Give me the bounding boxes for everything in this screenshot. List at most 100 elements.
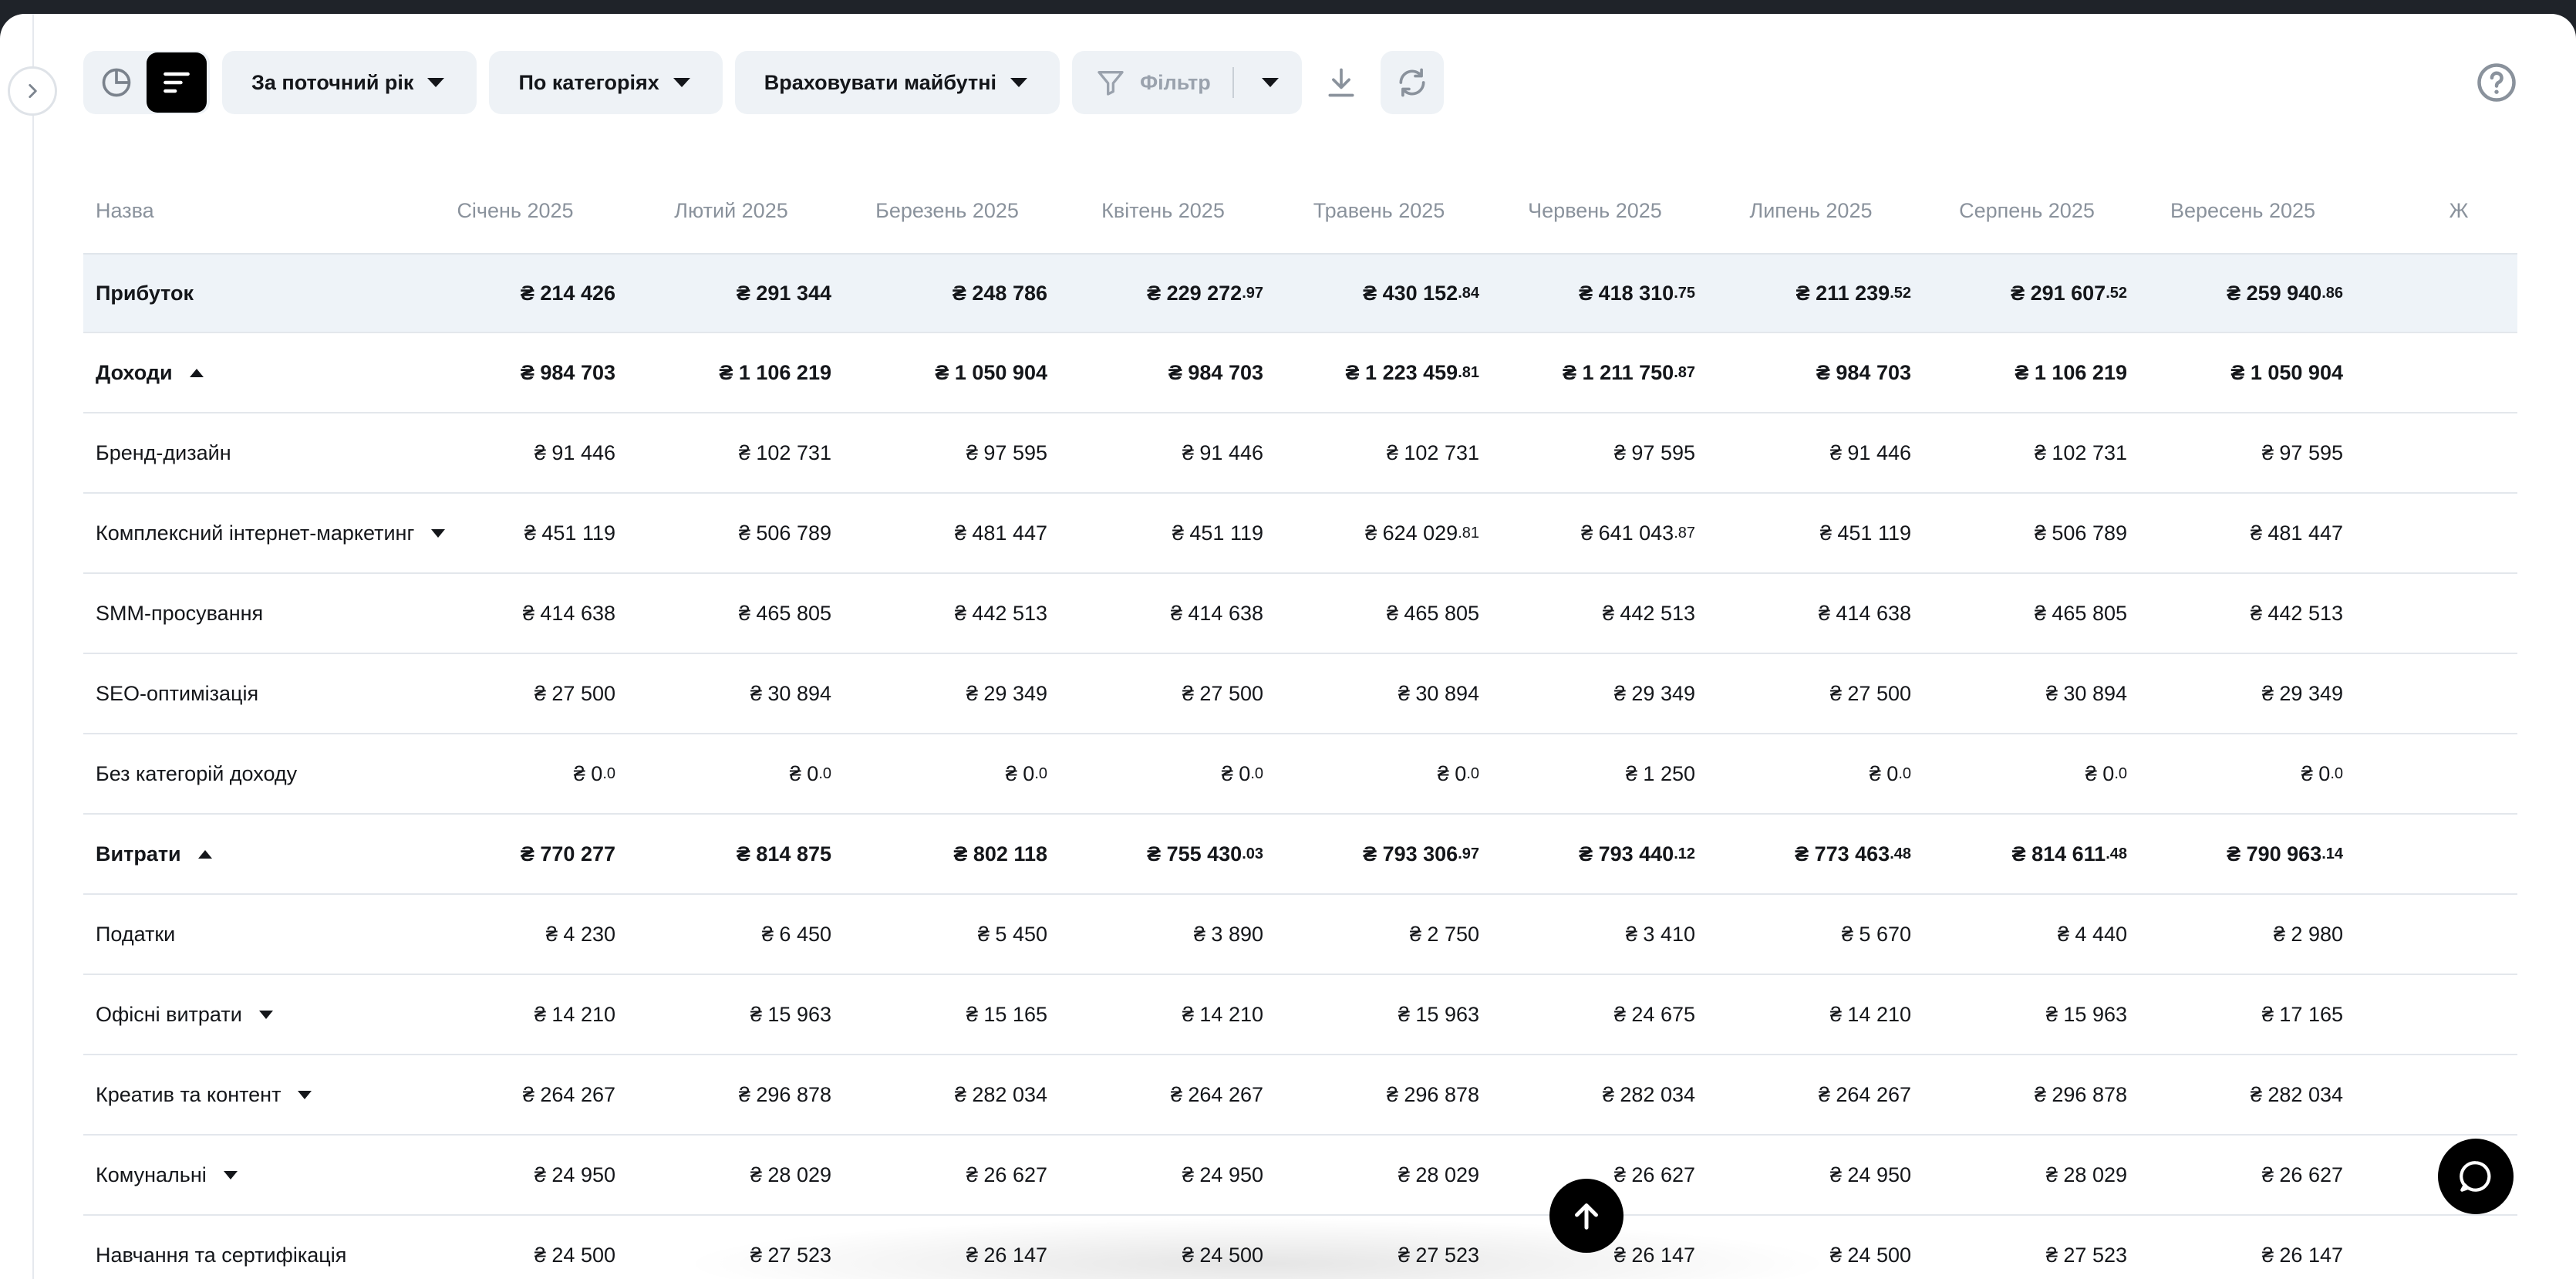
column-header-month[interactable]: Вересень 2025 (2143, 168, 2343, 253)
value-cell: ₴ 15 165 (847, 975, 1047, 1054)
sidebar-expand-button[interactable] (8, 66, 57, 116)
value-cell: ₴ 17 165 (2143, 975, 2343, 1054)
table-view-button[interactable] (147, 52, 207, 113)
value-amount: ₴ 465 805 (1386, 601, 1479, 625)
refresh-button[interactable] (1380, 51, 1444, 114)
table-row[interactable]: Креатив та контент ₴ 264 267 ₴ 296 878 ₴ 28… (83, 1055, 2517, 1136)
value-cell: ₴ 1 050 904 (2143, 333, 2343, 412)
column-header-month[interactable]: Травень 2025 (1279, 168, 1479, 253)
value-cell: ₴ 91 446 (1063, 413, 1263, 492)
table-row[interactable]: Комплексний інтернет-маркетинг ₴ 451 119 ₴… (83, 494, 2517, 574)
value-fraction: .97 (1242, 284, 1263, 302)
value-cell: ₴ 24 500 (415, 1216, 615, 1279)
grouping-dropdown-label: По категоріях (518, 70, 659, 94)
expand-caret-icon[interactable] (258, 1010, 273, 1019)
value-amount: ₴ 3 890 (1193, 922, 1263, 946)
value-amount: ₴ 91 446 (1829, 440, 1911, 464)
help-button[interactable] (2474, 60, 2519, 105)
value-cell: ₴ 4 230 (415, 895, 615, 974)
value-amount: ₴ 15 963 (750, 1002, 831, 1026)
column-header-month[interactable]: Лютий 2025 (631, 168, 831, 253)
value-cell: ₴ 15 963 (1927, 975, 2127, 1054)
value-cell: ₴ 26 627 (2143, 1136, 2343, 1214)
value-cell: ₴ 28 029 (631, 1136, 831, 1214)
download-button[interactable] (1314, 51, 1368, 114)
table-row[interactable]: Податки ₴ 4 230 ₴ 6 450 ₴ 5 450 ₴ 3 890 ₴ 2 7… (83, 895, 2517, 975)
grouping-dropdown[interactable]: По категоріях (489, 51, 723, 114)
table-row[interactable]: Доходи ₴ 984 703 ₴ 1 106 219 ₴ 1 050 904 ₴ 9… (83, 333, 2517, 413)
period-dropdown-label: За поточний рік (251, 70, 414, 94)
value-cell: ₴ 755 430.03 (1063, 815, 1263, 893)
value-cell: ₴ 91 446 (415, 413, 615, 492)
value-amount: ₴ 17 165 (2261, 1002, 2343, 1026)
caret-down-icon[interactable] (1261, 78, 1279, 87)
column-header-name[interactable]: Назва (96, 168, 154, 253)
value-amount: ₴ 229 272 (1147, 281, 1242, 305)
table-row[interactable]: Прибуток ₴ 214 426 ₴ 291 344 ₴ 248 786 ₴ 229… (83, 253, 2517, 333)
column-header-month[interactable]: Січень 2025 (415, 168, 615, 253)
future-dropdown[interactable]: Враховувати майбутні (734, 51, 1060, 114)
value-amount: ₴ 27 500 (1829, 681, 1911, 705)
value-amount: ₴ 29 349 (966, 681, 1047, 705)
value-fraction: .03 (1242, 845, 1263, 862)
value-amount: ₴ 0 (1869, 761, 1899, 785)
value-cell: ₴ 24 675 (1495, 975, 1695, 1054)
value-amount: ₴ 0 (789, 761, 819, 785)
collapse-caret-icon[interactable] (197, 849, 212, 859)
value-cell: ₴ 264 267 (1063, 1055, 1263, 1134)
value-cell: ₴ 1 223 459.81 (1279, 333, 1479, 412)
column-header-month[interactable]: Ж (2359, 168, 2517, 253)
chat-button[interactable] (2438, 1139, 2514, 1214)
column-header-month[interactable]: Квітень 2025 (1063, 168, 1263, 253)
value-cell: ₴ 802 118 (847, 815, 1047, 893)
value-cell: ₴ 481 447 (847, 494, 1047, 572)
value-cell: ₴ 4 440 (1927, 895, 2127, 974)
value-amount: ₴ 91 446 (1182, 440, 1263, 464)
table-header: Назва Січень 2025 Лютий 2025 Березень 2025 К… (83, 168, 2517, 253)
caret-down-icon (427, 78, 445, 87)
table-row[interactable]: SEO-оптимізація ₴ 27 500 ₴ 30 894 ₴ 29 349 ₴… (83, 654, 2517, 734)
value-cell (2359, 494, 2517, 572)
column-header-month[interactable]: Липень 2025 (1711, 168, 1911, 253)
scroll-to-top-button[interactable] (1549, 1179, 1623, 1253)
table-row[interactable]: Витрати ₴ 770 277 ₴ 814 875 ₴ 802 118 ₴ 755 … (83, 815, 2517, 895)
value-fraction: .48 (2106, 845, 2127, 862)
table-row[interactable]: Офісні витрати ₴ 14 210 ₴ 15 963 ₴ 15 165 ₴ … (83, 975, 2517, 1055)
period-dropdown[interactable]: За поточний рік (222, 51, 477, 114)
column-header-month[interactable]: Червень 2025 (1495, 168, 1695, 253)
arrow-up-icon (1575, 1203, 1598, 1230)
value-amount: ₴ 264 267 (522, 1082, 615, 1106)
table-row[interactable]: Бренд-дизайн ₴ 91 446 ₴ 102 731 ₴ 97 595 ₴ 9… (83, 413, 2517, 494)
filter-control[interactable]: Фільтр (1072, 51, 1302, 114)
value-cell (2359, 895, 2517, 974)
table-row[interactable]: Без категорій доходу ₴ 0.0 ₴ 0.0 ₴ 0.0 ₴ 0.0… (83, 734, 2517, 815)
table-row[interactable]: SMM-просування ₴ 414 638 ₴ 465 805 ₴ 442 51… (83, 574, 2517, 654)
table-row[interactable]: Комунальні ₴ 24 950 ₴ 28 029 ₴ 26 627 ₴ 24 9… (83, 1136, 2517, 1216)
value-cell: ₴ 248 786 (847, 255, 1047, 332)
value-amount: ₴ 15 963 (2045, 1002, 2127, 1026)
collapse-caret-icon[interactable] (189, 368, 204, 377)
value-fraction: .87 (1674, 524, 1695, 542)
column-header-month[interactable]: Серпень 2025 (1927, 168, 2127, 253)
chart-view-button[interactable] (86, 52, 147, 113)
value-cell: ₴ 91 446 (1711, 413, 1911, 492)
value-cell: ₴ 5 450 (847, 895, 1047, 974)
value-amount: ₴ 1 050 904 (2230, 360, 2343, 384)
value-amount: ₴ 29 349 (2261, 681, 2343, 705)
value-amount: ₴ 984 703 (1168, 360, 1263, 384)
value-amount: ₴ 465 805 (2034, 601, 2127, 625)
pie-chart-icon (102, 68, 131, 97)
column-header-month[interactable]: Березень 2025 (847, 168, 1047, 253)
value-cell: ₴ 27 500 (415, 654, 615, 733)
value-amount: ₴ 793 306 (1363, 842, 1458, 866)
expand-caret-icon[interactable] (298, 1090, 312, 1099)
row-label: Навчання та сертифікація (96, 1216, 346, 1279)
value-cell: ₴ 27 523 (1927, 1216, 2127, 1279)
expand-caret-icon[interactable] (223, 1170, 238, 1179)
value-amount: ₴ 291 607 (2011, 281, 2106, 305)
value-cell: ₴ 3 890 (1063, 895, 1263, 974)
value-cell: ₴ 6 450 (631, 895, 831, 974)
row-name: SEO-оптимізація (96, 681, 259, 705)
value-amount: ₴ 414 638 (522, 601, 615, 625)
value-amount: ₴ 451 119 (524, 521, 615, 545)
